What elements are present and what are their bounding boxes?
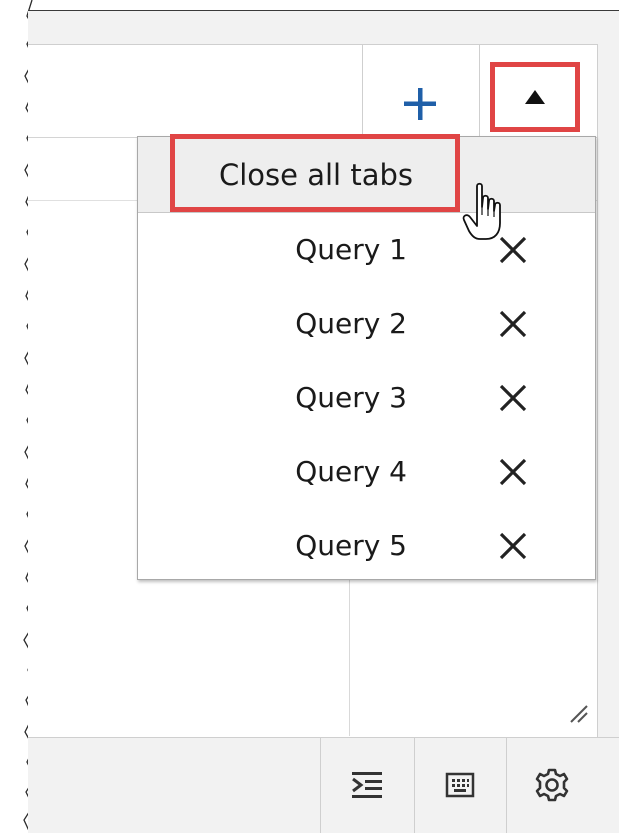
keyboard-icon [445,772,475,798]
close-icon[interactable] [496,381,530,415]
settings-button[interactable] [524,757,580,813]
close-all-tabs-item[interactable]: Close all tabs [172,137,460,213]
format-query-button[interactable] [339,757,395,813]
tab-list-item[interactable]: Query 5 [138,509,595,583]
tabs-menu-button[interactable] [490,62,580,132]
close-icon[interactable] [496,307,530,341]
tab-list-item-label: Query 1 [295,233,407,266]
tab-list-item-label: Query 4 [295,455,407,488]
tab-list-item-label: Query 2 [295,307,407,340]
dropdown-header: Close all tabs [138,137,595,213]
close-icon[interactable] [496,455,530,489]
close-icon[interactable] [496,529,530,563]
close-icon[interactable] [496,233,530,267]
tabs-dropdown-menu: Close all tabs Query 1 Query 2 Query 3 Q… [137,136,596,580]
resize-grip-icon[interactable] [565,700,589,724]
plus-icon [404,88,436,120]
tab-divider [479,44,480,137]
keyboard-shortcuts-button[interactable] [432,757,488,813]
tab-list-item[interactable]: Query 2 [138,287,595,361]
toolbar-divider [414,737,415,833]
tab-list-item-label: Query 3 [295,381,407,414]
caret-up-icon [525,90,545,104]
tab-divider [362,44,363,137]
screenshot-stage: Close all tabs Query 1 Query 2 Query 3 Q… [0,0,619,833]
format-indent-icon [352,772,382,798]
add-tab-button[interactable] [392,76,448,132]
tab-list-item[interactable]: Query 3 [138,361,595,435]
tab-list-item[interactable]: Query 1 [138,213,595,287]
toolbar-divider [320,737,321,833]
tab-list-item[interactable]: Query 4 [138,435,595,509]
tab-list-item-label: Query 5 [295,529,407,562]
toolbar-divider [506,737,507,833]
gear-icon [535,768,569,802]
